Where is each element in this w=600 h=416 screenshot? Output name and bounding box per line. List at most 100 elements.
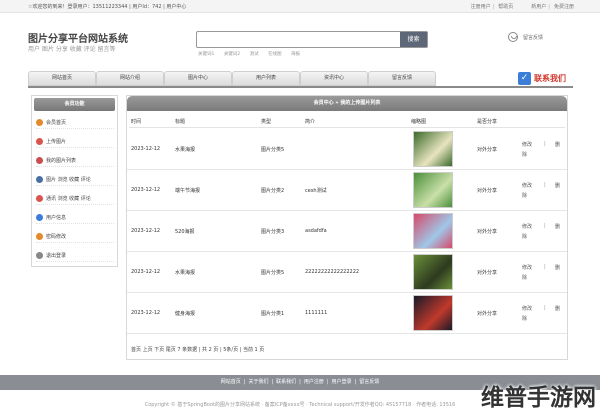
nav-item-home[interactable]: 网站首页 xyxy=(28,71,96,86)
browse-icon xyxy=(36,176,43,183)
new-user-link[interactable]: 新用户 xyxy=(531,4,546,10)
home-icon xyxy=(36,119,43,126)
delete-link[interactable]: 删 xyxy=(555,264,560,271)
cell-share: 对外分享 xyxy=(477,188,498,194)
site-title[interactable]: 图片分享平台网站系统 xyxy=(28,30,128,45)
footer-link[interactable]: 留言反馈 xyxy=(359,379,379,385)
top-sep: | xyxy=(548,4,550,10)
table-row: 2023-12-12 水果海报 图片分类5 对外分享 修改 | 删除 xyxy=(127,129,567,170)
smile-icon xyxy=(508,32,518,42)
footer-link[interactable]: 用户登录 xyxy=(332,379,352,385)
hot-word[interactable]: 测试 xyxy=(250,52,259,57)
help-link[interactable]: 帮助页 xyxy=(498,4,513,10)
thumbnail-image[interactable] xyxy=(413,172,453,208)
register-link[interactable]: 注册用户 xyxy=(471,4,491,10)
nav-item-images[interactable]: 图片中心 xyxy=(164,71,232,86)
nav-item-users[interactable]: 用户列表 xyxy=(232,71,300,86)
sidebar-item[interactable]: 退出登录 xyxy=(36,250,114,262)
cell-type: 图片分类1 xyxy=(261,311,285,317)
sidebar-item-label: 会员首页 xyxy=(46,120,67,126)
edit-link[interactable]: 修改 xyxy=(522,305,532,312)
table-row: 2023-12-12 520海报 图片分类3 asdafdfa 对外分享 修改 | 删除 xyxy=(127,211,567,252)
hot-words: 关键词1 关键词2 测试 在线图 海报 xyxy=(198,51,308,57)
row-actions: 修改 | 删除 xyxy=(522,182,566,204)
delete-link-wrap[interactable]: 除 xyxy=(522,233,527,240)
sidebar-item-label: 用户信息 xyxy=(46,215,67,221)
nav-item-feedback[interactable]: 留言反馈 xyxy=(368,71,436,86)
thumbnail-image[interactable] xyxy=(413,254,453,290)
thumbnail-image[interactable] xyxy=(413,295,453,331)
hot-word[interactable]: 关键词2 xyxy=(224,52,240,57)
cell-share: 对外分享 xyxy=(477,229,498,235)
edit-link[interactable]: 修改 xyxy=(522,264,532,271)
sidebar-item[interactable]: 通讯 浏览 收藏 评论 xyxy=(36,193,114,205)
pagination[interactable]: 首页 上页 下页 尾页 7 条数据 | 共 2 页 | 5条/页 | 当前 1 … xyxy=(131,346,264,353)
footer-link[interactable]: 联系我们 xyxy=(276,379,296,385)
free-register-link[interactable]: 免费注册 xyxy=(554,4,574,10)
edit-link[interactable]: 修改 xyxy=(522,182,532,189)
delete-link-wrap[interactable]: 除 xyxy=(522,151,527,158)
row-actions: 修改 | 删除 xyxy=(522,223,566,245)
sidebar-title: 会员功能 xyxy=(34,98,115,111)
top-bar: ☆欢迎您的到来！登录用户：13511223344 | 用户Id：742 | 用户… xyxy=(0,0,600,13)
delete-link-wrap[interactable]: 除 xyxy=(522,274,527,281)
col-head-intro: 简介 xyxy=(305,119,316,125)
cell-title: 健身海报 xyxy=(175,311,196,317)
sidebar-item[interactable]: 我的图片列表 xyxy=(36,155,114,167)
col-head-title: 标题 xyxy=(175,119,186,125)
sidebar-item-label: 图片 浏览 收藏 评论 xyxy=(46,177,91,183)
delete-link[interactable]: 删 xyxy=(555,305,560,312)
watermark-logo: 维普手游网 xyxy=(481,385,596,411)
hot-word[interactable]: 海报 xyxy=(291,52,300,57)
cell-share: 对外分享 xyxy=(477,270,498,276)
site-subtitle: 用户 图片 分享 收藏 评论 留言等 xyxy=(28,46,116,53)
sidebar-item[interactable]: 会员首页 xyxy=(36,117,114,129)
nav-item-about[interactable]: 网站介绍 xyxy=(96,71,164,86)
edit-link[interactable]: 修改 xyxy=(522,141,532,148)
delete-link[interactable]: 删 xyxy=(555,223,560,230)
search-box: 搜索 xyxy=(196,31,428,48)
hot-word[interactable]: 关键词1 xyxy=(198,52,214,57)
row-actions: 修改 | 删除 xyxy=(522,141,566,163)
message-icon xyxy=(36,195,43,202)
cell-title: 端午节海报 xyxy=(175,188,201,194)
sidebar-item[interactable]: 上传图片 xyxy=(36,136,114,148)
upload-icon xyxy=(36,138,43,145)
password-icon xyxy=(36,233,43,240)
edit-link[interactable]: 修改 xyxy=(522,223,532,230)
search-input[interactable] xyxy=(197,32,401,47)
cell-time: 2023-12-12 xyxy=(131,269,161,275)
table-row: 2023-12-12 水果海报 图片分类5 22222222222222222 对外分享… xyxy=(127,252,567,293)
footer-link[interactable]: 网站首页 xyxy=(221,379,241,385)
sidebar-item-label: 密码修改 xyxy=(46,234,67,240)
top-links: 注册用户 | 帮助页 新用户 | 免费注册 xyxy=(469,3,574,10)
row-actions: 修改 | 删除 xyxy=(522,305,566,327)
sidebar-item[interactable]: 密码修改 xyxy=(36,231,114,243)
search-button[interactable]: 搜索 xyxy=(400,32,427,47)
feedback-widget[interactable]: 留言反馈 xyxy=(508,32,543,42)
contact-link[interactable]: ✓ 联系我们 xyxy=(518,72,566,85)
hot-word[interactable]: 在线图 xyxy=(268,52,282,57)
delete-link-wrap[interactable]: 除 xyxy=(522,315,527,322)
sidebar-item[interactable]: 用户信息 xyxy=(36,212,114,224)
cell-time: 2023-12-12 xyxy=(131,187,161,193)
nav-item-news[interactable]: 资讯中心 xyxy=(300,71,368,86)
row-actions: 修改 | 删除 xyxy=(522,264,566,286)
footer-link[interactable]: 关于我们 xyxy=(248,379,268,385)
thumbnail-image[interactable] xyxy=(413,131,453,167)
delete-link-wrap[interactable]: 除 xyxy=(522,192,527,199)
sidebar-item[interactable]: 图片 浏览 收藏 评论 xyxy=(36,174,114,186)
action-sep: | xyxy=(544,264,546,270)
main-nav: 网站首页 网站介绍 图片中心 用户列表 资讯中心 留言反馈 xyxy=(28,71,504,86)
action-sep: | xyxy=(544,182,546,188)
delete-link[interactable]: 删 xyxy=(555,141,560,148)
cell-intro: asdafdfa xyxy=(305,228,327,234)
footer-link[interactable]: 用户注册 xyxy=(304,379,324,385)
col-head-thumb: 缩略图 xyxy=(411,119,427,125)
cell-intro: cesh测试 xyxy=(305,188,327,194)
cell-type: 图片分类3 xyxy=(261,229,285,235)
contact-label: 联系我们 xyxy=(534,74,566,83)
delete-link[interactable]: 删 xyxy=(555,182,560,189)
header-divider xyxy=(129,127,565,128)
thumbnail-image[interactable] xyxy=(413,213,453,249)
